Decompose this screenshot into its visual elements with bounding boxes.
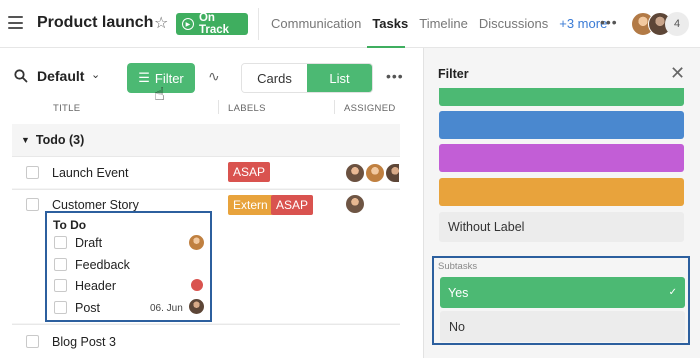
task-checkbox[interactable] — [26, 335, 39, 348]
task-title[interactable]: Launch Event — [52, 166, 128, 180]
subtask-item[interactable]: Draft — [47, 233, 210, 254]
activity-icon[interactable]: ∿ — [208, 68, 220, 85]
due-date[interactable]: 06. Jun — [150, 303, 183, 314]
tab-discussions[interactable]: Discussions — [479, 16, 548, 31]
divider — [258, 8, 259, 40]
label-color-green[interactable] — [439, 88, 684, 106]
tab-communication[interactable]: Communication — [271, 16, 361, 31]
label-asap[interactable]: ASAP — [271, 195, 314, 215]
project-title: Product launch — [37, 14, 154, 31]
subtask-label[interactable]: Header — [75, 279, 116, 293]
subtask-group-title: To Do — [53, 218, 87, 232]
avatar[interactable] — [190, 278, 204, 292]
view-selector[interactable]: Default — [37, 68, 84, 84]
status-badge[interactable]: ▶ On Track — [176, 12, 248, 36]
filter-icon: ☰ — [138, 70, 150, 85]
app-header: Product launch ☆ ▶ On Track Communicatio… — [0, 0, 700, 48]
avatar[interactable] — [365, 163, 385, 183]
subtask-checkbox[interactable] — [54, 258, 67, 271]
close-icon[interactable]: ✕ — [670, 63, 685, 84]
project-tabs: Communication Tasks Timeline Discussions… — [271, 16, 607, 31]
subtask-label[interactable]: Draft — [75, 236, 102, 250]
filter-panel-title: Filter — [438, 67, 469, 81]
column-divider — [334, 100, 335, 114]
subtask-label[interactable]: Feedback — [75, 258, 130, 272]
tab-timeline[interactable]: Timeline — [419, 16, 468, 31]
subtask-checkbox[interactable] — [54, 236, 67, 249]
chevron-down-icon[interactable]: ⌄ — [91, 68, 100, 81]
subtask-list: To Do Draft Feedback Header Post 06. Jun — [45, 211, 212, 322]
star-icon[interactable]: ☆ — [154, 13, 168, 33]
column-header-title[interactable]: TITLE — [53, 103, 80, 114]
search-icon[interactable] — [14, 69, 28, 83]
member-count[interactable]: 4 — [665, 12, 689, 36]
check-icon: ✓ — [668, 287, 677, 298]
section-header[interactable]: ▼ Todo (3) — [12, 127, 400, 153]
subtask-checkbox[interactable] — [54, 301, 67, 314]
table-row[interactable]: Blog Post 3 — [12, 324, 400, 358]
subtasks-filter-label: Subtasks — [438, 261, 478, 272]
label-asap[interactable]: ASAP — [228, 162, 271, 182]
subtask-label[interactable]: Post — [75, 301, 100, 315]
column-divider — [218, 100, 219, 114]
more-options-icon[interactable]: ••• — [386, 68, 404, 84]
yes-label: Yes — [448, 285, 469, 300]
cards-view-button[interactable]: Cards — [242, 64, 307, 92]
subtask-item[interactable]: Post 06. Jun — [47, 298, 210, 319]
table-row[interactable]: Launch Event ASAP — [12, 156, 400, 188]
subtask-checkbox[interactable] — [54, 279, 67, 292]
avatar[interactable] — [345, 194, 365, 214]
avatar[interactable] — [188, 234, 205, 251]
task-checkbox[interactable] — [26, 166, 39, 179]
label-extern[interactable]: Extern — [228, 195, 273, 215]
hand-cursor-icon: ☝ — [154, 84, 165, 104]
column-header-assigned[interactable]: ASSIGNED — [344, 103, 396, 114]
section-title: Todo (3) — [35, 133, 85, 147]
avatar[interactable] — [385, 163, 400, 183]
task-checkbox[interactable] — [26, 198, 39, 211]
task-title[interactable]: Blog Post 3 — [52, 335, 116, 349]
subtasks-yes-option[interactable]: Yes ✓ — [440, 277, 685, 308]
label-color-orange[interactable] — [439, 178, 684, 206]
status-label: On Track — [198, 12, 230, 36]
view-toggle: Cards List — [241, 63, 373, 93]
menu-icon[interactable] — [8, 16, 23, 29]
list-view-button[interactable]: List — [307, 64, 372, 92]
without-label-option[interactable]: Without Label — [439, 212, 684, 242]
avatar[interactable] — [188, 298, 205, 315]
subtasks-no-option[interactable]: No — [440, 311, 685, 342]
avatar[interactable] — [345, 163, 365, 183]
caret-down-icon[interactable]: ▼ — [21, 135, 30, 145]
label-color-blue[interactable] — [439, 111, 684, 139]
more-options-icon[interactable]: ••• — [600, 14, 618, 30]
tab-tasks[interactable]: Tasks — [372, 16, 408, 31]
label-color-purple[interactable] — [439, 144, 684, 172]
subtask-item[interactable]: Feedback — [47, 255, 210, 276]
subtask-item[interactable]: Header — [47, 276, 210, 297]
task-title[interactable]: Customer Story — [52, 198, 139, 212]
column-header-labels[interactable]: LABELS — [228, 103, 266, 114]
play-icon: ▶ — [182, 18, 194, 30]
